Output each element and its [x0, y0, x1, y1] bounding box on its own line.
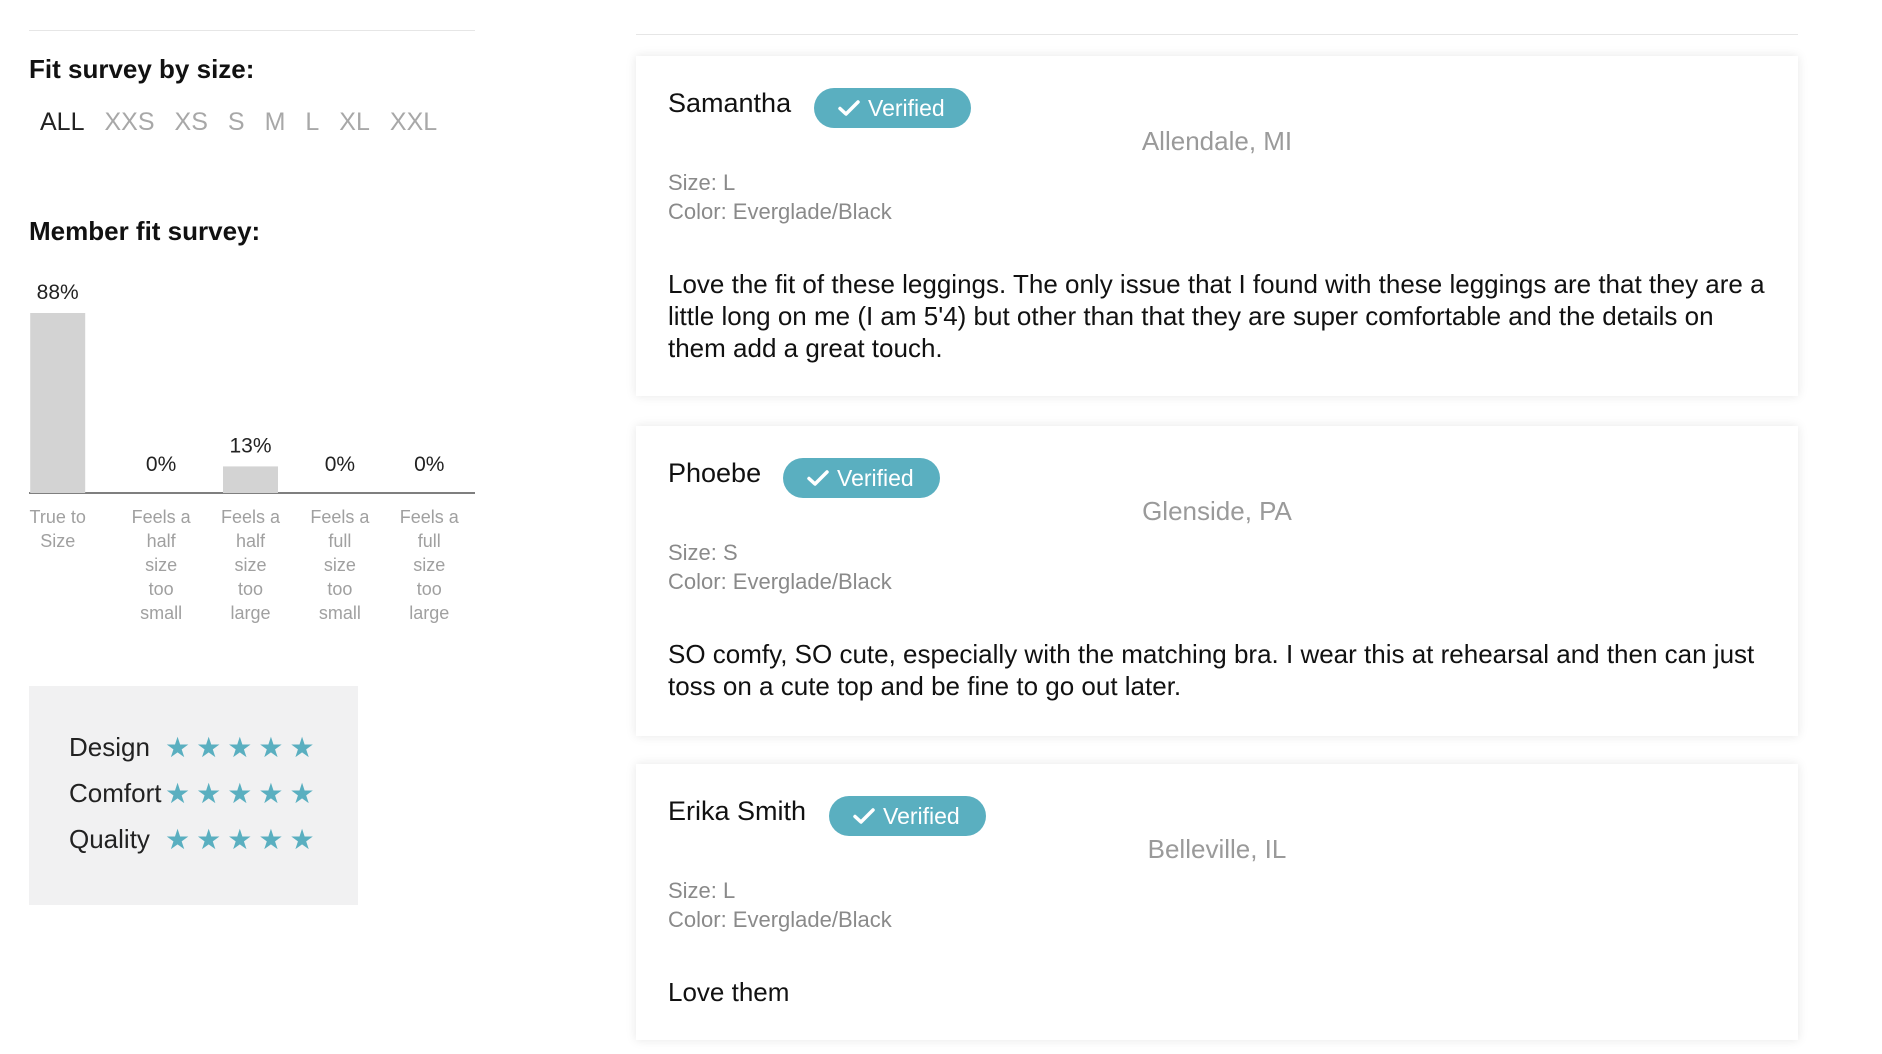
star-icon: ★: [289, 823, 315, 855]
rating-row-quality: Quality ★ ★ ★ ★ ★: [69, 824, 315, 855]
size-filter-all[interactable]: ALL: [40, 108, 84, 137]
size-filter-xxs[interactable]: XXS: [104, 108, 154, 137]
category-label: large: [230, 603, 270, 623]
star-icon: ★: [196, 777, 222, 809]
size-filter-xxl[interactable]: XXL: [390, 108, 437, 137]
verified-badge: Verified: [783, 458, 940, 498]
size-filter: ALL XXS XS S M L XL XXL: [40, 108, 437, 137]
category-label: too: [149, 579, 174, 599]
category-label: Feels a: [221, 507, 281, 527]
category-label: too: [327, 579, 352, 599]
review-color: Color: Everglade/Black: [668, 569, 892, 594]
review-meta: Size: L Color: Everglade/Black: [668, 876, 892, 934]
category-label: size: [145, 555, 177, 575]
category-label: half: [236, 531, 266, 551]
size-filter-l[interactable]: L: [305, 108, 319, 137]
rating-stars: ★ ★ ★ ★ ★: [165, 777, 315, 809]
category-label: full: [418, 531, 441, 551]
bar-value-label: 13%: [229, 434, 271, 457]
review-card: Erika Smith Verified Belleville, IL Size…: [636, 764, 1798, 1040]
star-icon: ★: [289, 777, 315, 809]
size-filter-xl[interactable]: XL: [339, 108, 370, 137]
fit-survey-chart: 88% True to Size 0% Feels a half size too small 1…: [29, 281, 475, 623]
size-filter-m[interactable]: M: [265, 108, 286, 137]
reviewer-location: Belleville, IL: [1147, 834, 1287, 864]
star-icon: ★: [165, 823, 191, 855]
review-meta: Size: S Color: Everglade/Black: [668, 538, 892, 596]
review-color: Color: Everglade/Black: [668, 907, 892, 932]
bar-value-label: 88%: [37, 281, 79, 304]
review-size: Size: L: [668, 878, 736, 903]
verified-label: Verified: [868, 94, 945, 121]
bar-value-label: 0%: [325, 453, 355, 476]
star-icon: ★: [196, 823, 222, 855]
review-text: Love the fit of these leggings. The only…: [668, 269, 1765, 363]
category-label: Feels a: [310, 507, 370, 527]
reviewer-location: Glenside, PA: [1142, 496, 1292, 526]
star-icon: ★: [258, 823, 284, 855]
category-label: size: [324, 555, 356, 575]
category-label: size: [234, 555, 266, 575]
review-size: Size: L: [668, 170, 736, 195]
checkmark-icon: [853, 808, 875, 824]
star-icon: ★: [258, 731, 284, 763]
category-label: Feels a: [132, 507, 192, 527]
checkmark-icon: [838, 100, 860, 116]
bar-value-label: 0%: [414, 453, 444, 476]
size-filter-s[interactable]: S: [228, 108, 245, 137]
review-text: SO comfy, SO cute, especially with the m…: [668, 639, 1755, 701]
category-label: full: [328, 531, 351, 551]
star-icon: ★: [227, 777, 253, 809]
review-size: Size: S: [668, 540, 738, 565]
review-color: Color: Everglade/Black: [668, 199, 892, 224]
category-label: Feels a: [400, 507, 460, 527]
verified-label: Verified: [883, 802, 960, 829]
bar-2: [223, 466, 278, 493]
rating-label: Design: [69, 732, 150, 762]
category-label: half: [147, 531, 177, 551]
rating-label: Quality: [69, 824, 150, 854]
star-icon: ★: [165, 777, 191, 809]
review-card: Samantha Verified Allendale, MI Size: L …: [636, 56, 1798, 396]
verified-badge: Verified: [814, 88, 971, 128]
review-card: Phoebe Verified Glenside, PA Size: S Col…: [636, 426, 1798, 736]
right-top-divider: [636, 34, 1798, 35]
star-icon: ★: [258, 777, 284, 809]
rating-label: Comfort: [69, 778, 162, 808]
star-icon: ★: [165, 731, 191, 763]
reviewer-location: Allendale, MI: [1141, 126, 1293, 156]
category-label: large: [409, 603, 449, 623]
star-icon: ★: [196, 731, 222, 763]
star-icon: ★: [227, 731, 253, 763]
category-label: size: [413, 555, 445, 575]
star-icon: ★: [289, 731, 315, 763]
rating-stars: ★ ★ ★ ★ ★: [165, 823, 315, 855]
bar-value-label: 0%: [146, 453, 176, 476]
rating-stars: ★ ★ ★ ★ ★: [165, 731, 315, 763]
member-survey-title: Member fit survey:: [29, 216, 261, 246]
category-label: small: [319, 603, 361, 623]
verified-label: Verified: [837, 464, 914, 491]
review-text: Love them: [668, 977, 790, 1007]
left-top-divider: [29, 30, 475, 31]
fit-survey-title: Fit survey by size:: [29, 54, 255, 84]
category-label: small: [140, 603, 182, 623]
star-icon: ★: [227, 823, 253, 855]
category-label: too: [417, 579, 442, 599]
reviewer-name: Erika Smith: [668, 796, 807, 826]
category-label: too: [238, 579, 263, 599]
rating-row-design: Design ★ ★ ★ ★ ★: [69, 732, 315, 763]
checkmark-icon: [807, 470, 829, 486]
reviewer-name: Phoebe: [668, 458, 762, 488]
verified-badge: Verified: [829, 796, 986, 836]
category-label: True to: [30, 507, 86, 527]
size-filter-xs[interactable]: XS: [175, 108, 208, 137]
ratings-panel: Design ★ ★ ★ ★ ★ Comfort ★ ★ ★ ★ ★ Quality ★ ★ ★ ★ ★: [29, 686, 358, 905]
reviewer-name: Samantha: [668, 88, 792, 118]
review-meta: Size: L Color: Everglade/Black: [668, 168, 892, 226]
rating-row-comfort: Comfort ★ ★ ★ ★ ★: [69, 778, 315, 809]
bar-0: [30, 313, 86, 493]
category-label: Size: [40, 531, 75, 551]
